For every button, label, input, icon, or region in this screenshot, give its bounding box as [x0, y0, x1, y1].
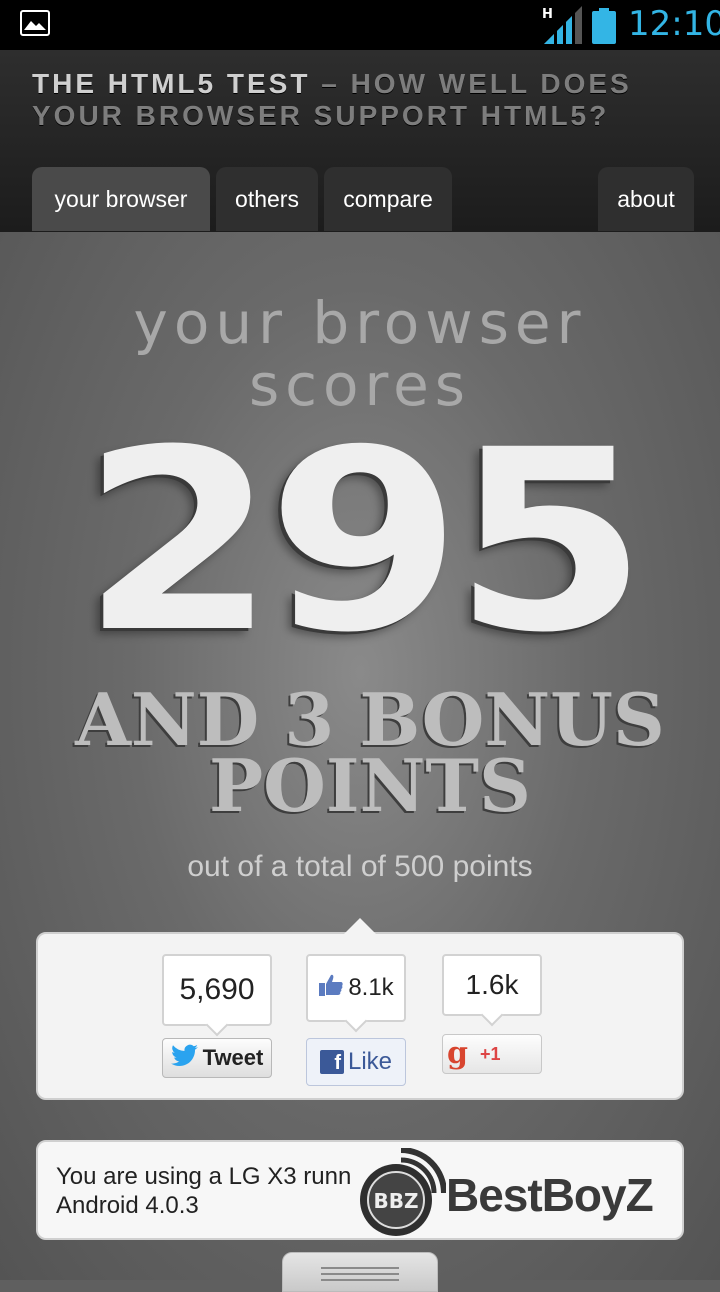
bottom-handle[interactable]: [282, 1252, 438, 1292]
battery-icon: [592, 8, 616, 44]
like-count: 8.1k: [348, 974, 394, 1001]
watermark-text: BestBoyZ: [446, 1169, 654, 1221]
bonus-points: AND 3 BONUS POINTS: [60, 684, 680, 828]
plusone-count: 1.6k: [442, 954, 542, 1016]
device-info-panel: You are using a LG X3 runn Android 4.0.3…: [36, 1140, 684, 1240]
image-notification-icon: [20, 10, 50, 36]
tweet-label: Tweet: [202, 1045, 264, 1070]
score-value: 295: [81, 396, 648, 687]
score-section: your browser scores 295 AND 3 BONUS POIN…: [0, 232, 720, 1292]
google-icon: g: [447, 1036, 468, 1071]
status-time: 12:10: [628, 4, 720, 44]
score-heading-line1: your browser: [133, 289, 587, 357]
total-points-text: out of a total of 500 points: [187, 850, 533, 883]
watermark-logo-icon: BBZ: [360, 1147, 447, 1236]
twitter-bird-icon: [170, 1044, 199, 1072]
thumbs-up-icon: [318, 973, 344, 1004]
tab-your-browser[interactable]: your browser: [32, 167, 210, 231]
tab-compare[interactable]: compare: [324, 167, 452, 231]
site-title-main: THE HTML5 TEST: [32, 68, 311, 99]
watermark: BBZ BestBoyZ: [356, 1147, 654, 1242]
handle-line: [321, 1273, 399, 1275]
device-info-text: You are using a LG X3 runn Android 4.0.3: [56, 1163, 352, 1219]
status-bar: H 12:10: [0, 0, 720, 50]
tweet-button[interactable]: Tweet: [162, 1038, 272, 1078]
handle-line: [321, 1267, 399, 1269]
site-title[interactable]: THE HTML5 TEST – HOW WELL DOES YOUR BROW…: [32, 68, 692, 132]
watermark-badge-text: BBZ: [374, 1189, 419, 1213]
site-header: THE HTML5 TEST – HOW WELL DOES YOUR BROW…: [0, 50, 720, 232]
social-share-panel: 5,690 Tweet 8.1k f Like 1.6k g +1: [36, 918, 684, 1100]
like-count-box: 8.1k: [306, 954, 406, 1022]
tab-others[interactable]: others: [216, 167, 318, 231]
google-plusone-button[interactable]: g +1: [442, 1034, 542, 1074]
like-label: Like: [347, 1048, 393, 1075]
facebook-icon: f: [319, 1050, 344, 1074]
facebook-like-button[interactable]: f Like: [306, 1038, 406, 1086]
bonus-line2: POINTS: [209, 743, 531, 828]
panel-pointer: [344, 918, 376, 934]
plusone-label: +1: [479, 1043, 501, 1064]
network-type-label: H: [542, 7, 553, 22]
signal-icon: H: [542, 6, 584, 50]
tab-about[interactable]: about: [598, 167, 694, 231]
tweet-count: 5,690: [162, 954, 272, 1026]
handle-line: [321, 1279, 399, 1281]
